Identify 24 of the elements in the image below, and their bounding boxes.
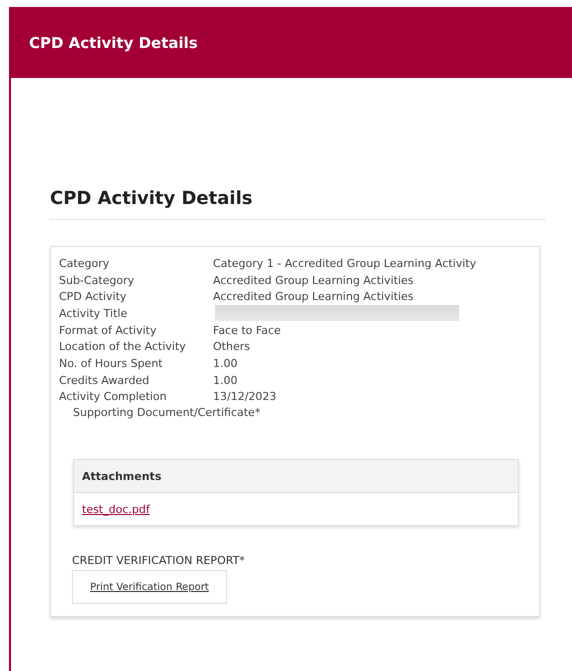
field-label: Credits Awarded <box>59 374 150 387</box>
field-label: Format of Activity <box>59 324 158 337</box>
section-heading: CPD Activity Details <box>50 188 545 220</box>
field-label: Location of the Activity <box>59 340 187 354</box>
print-report-button[interactable]: Print Verification Report <box>72 570 227 604</box>
field-label: Activity Title <box>59 306 128 320</box>
supporting-label: Supporting Document/Certificate* <box>72 406 262 420</box>
field-value: Accredited Group Learning Activities <box>213 274 414 287</box>
field-label: Category <box>59 256 110 270</box>
field-value: 1.00 <box>213 356 238 370</box>
page-title: CPD Activity Details <box>29 34 198 52</box>
field-value: Others <box>213 340 250 354</box>
report-label: CREDIT VERIFICATION REPORT* <box>72 554 246 568</box>
field-value: 1.00 <box>213 374 238 387</box>
panel-title: Attachments <box>82 470 162 483</box>
field-label: Activity Completion <box>59 390 168 404</box>
field-value: 13/12/2023 <box>213 390 276 404</box>
field-label: Sub-Category <box>59 274 136 287</box>
field-value: Accredited Group Learning Activities <box>213 290 414 304</box>
field-label: No. of Hours Spent <box>59 356 164 370</box>
file-link[interactable]: test_doc.pdf <box>82 502 150 516</box>
field-label: CPD Activity <box>59 290 128 304</box>
field-value: Face to Face <box>213 324 281 337</box>
field-value: Category 1 - Accredited Group Learning Activity <box>213 256 476 270</box>
